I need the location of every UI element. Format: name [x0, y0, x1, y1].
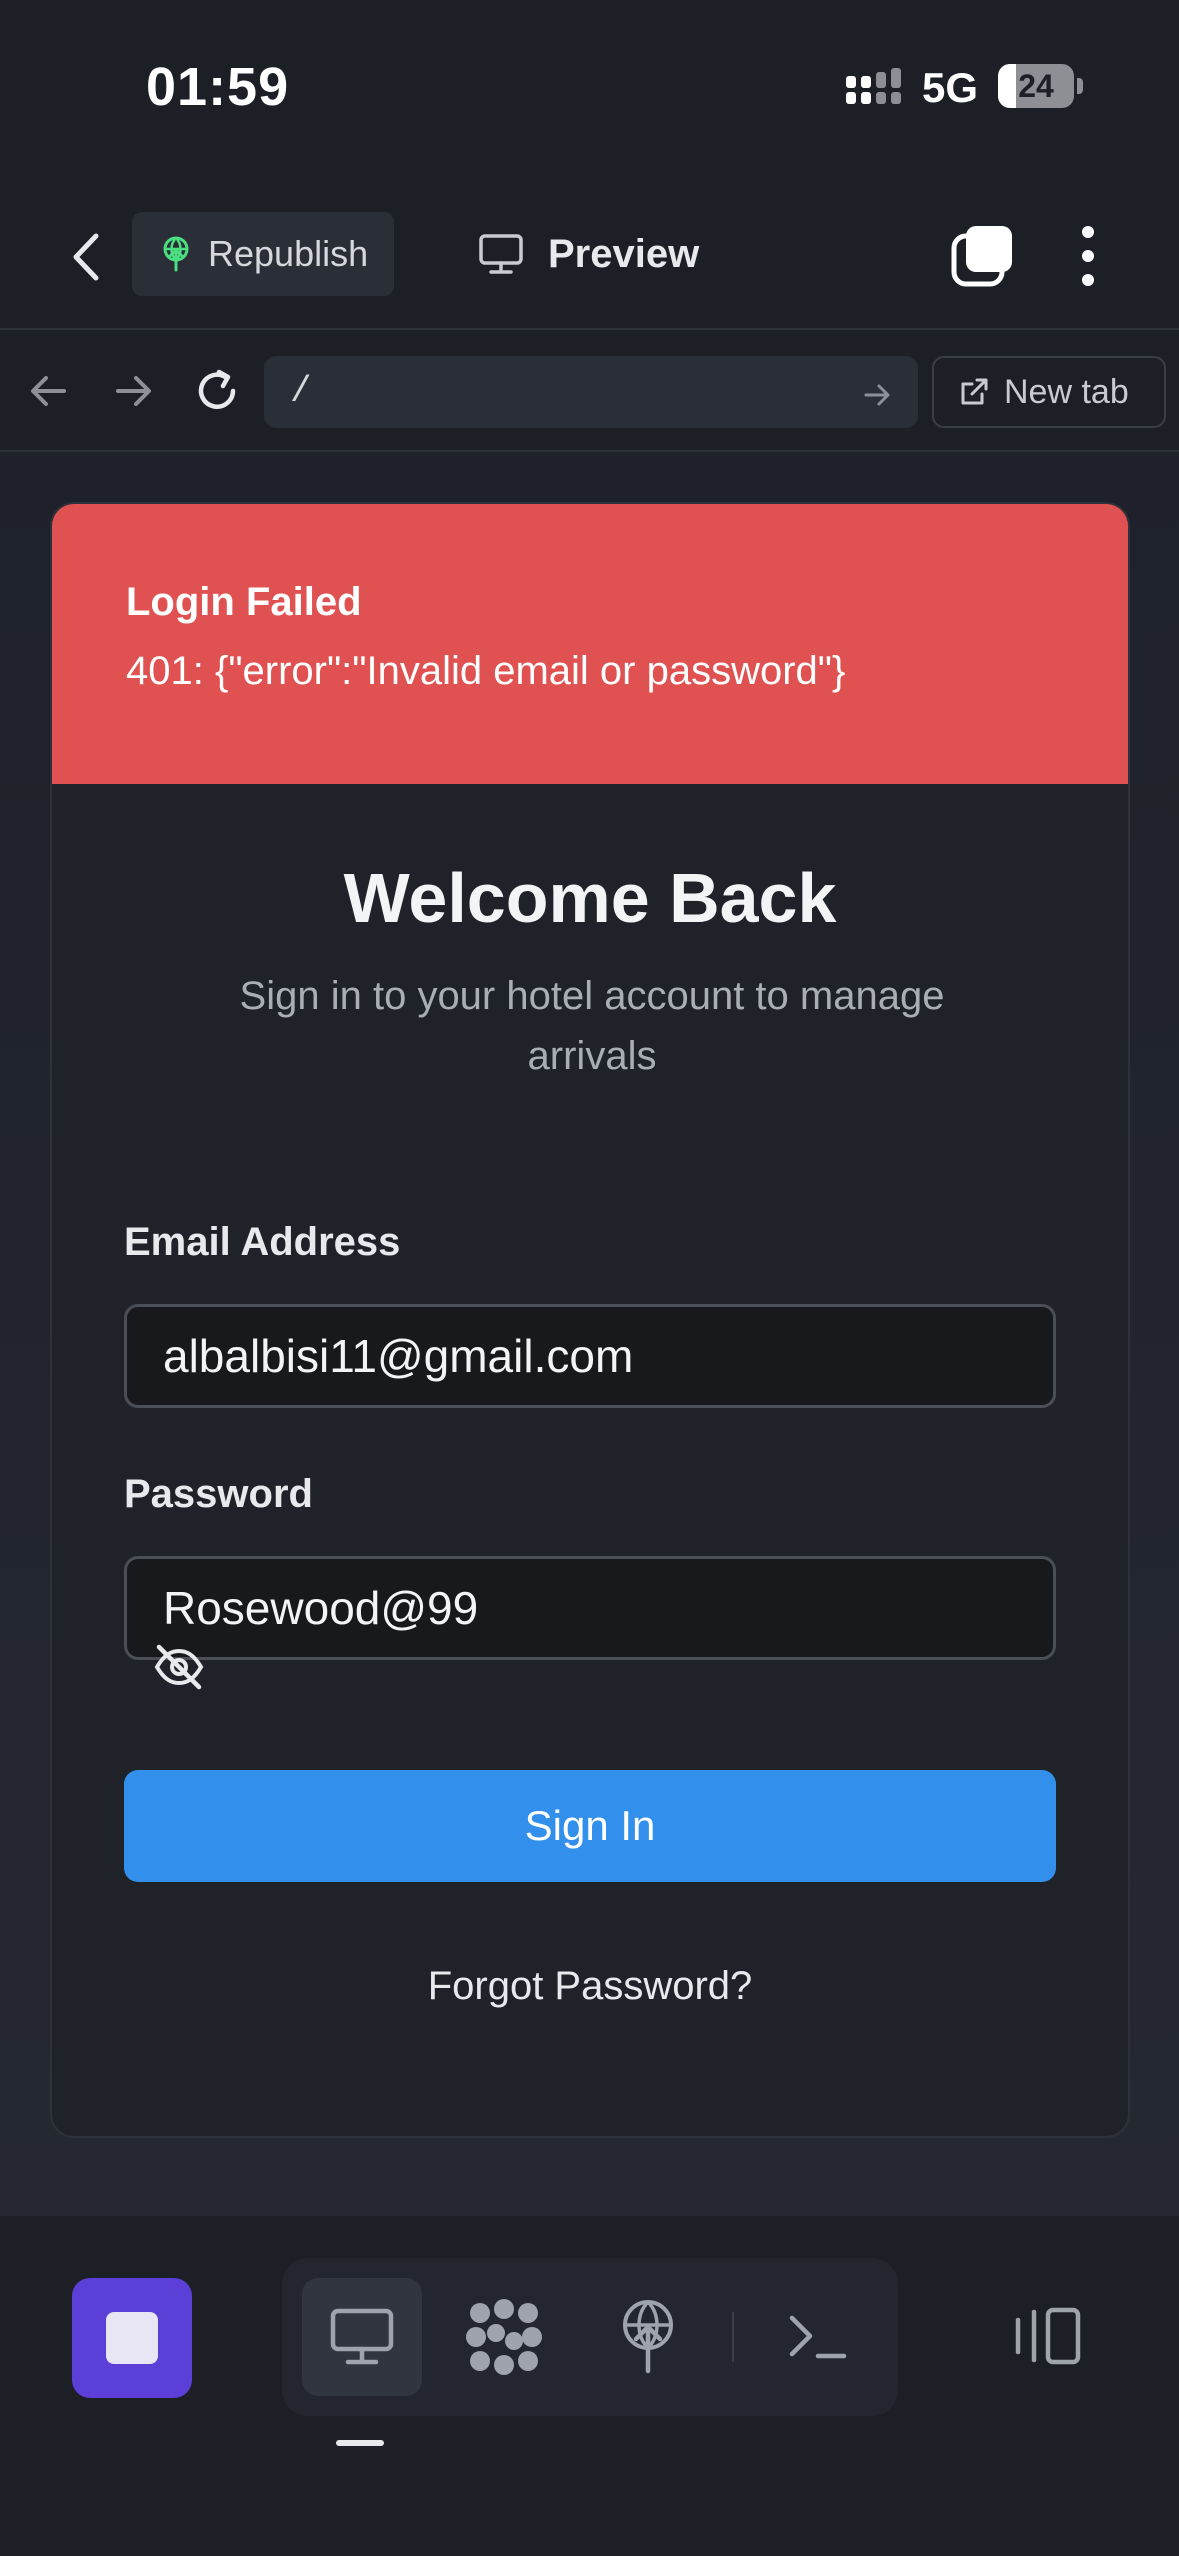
external-link-icon	[961, 378, 988, 405]
stop-icon	[106, 2312, 158, 2364]
tabs-icon[interactable]	[950, 224, 1014, 288]
new-tab-button[interactable]: New tab	[932, 356, 1166, 428]
monitor-icon	[479, 234, 523, 274]
battery-level: 24	[1018, 68, 1054, 104]
url-input[interactable]: /	[264, 356, 918, 428]
cell-signal-icon	[846, 68, 901, 104]
preview-button[interactable]: Preview	[478, 212, 699, 296]
tool-switcher	[282, 2258, 898, 2416]
more-vertical-icon[interactable]	[1072, 224, 1104, 288]
active-tool-indicator	[336, 2440, 384, 2446]
login-card: Login Failed 401: {"error":"Invalid emai…	[50, 502, 1130, 2138]
new-tab-label: New tab	[1004, 372, 1129, 411]
forgot-password-link[interactable]: Forgot Password?	[52, 1964, 1128, 2009]
apps-tool[interactable]	[444, 2278, 564, 2396]
page-title: Welcome Back	[343, 859, 837, 937]
panel-toggle-icon[interactable]	[1010, 2304, 1082, 2368]
page-subtitle: Sign in to your hotel account to manage …	[239, 974, 945, 1078]
arrow-right-icon[interactable]	[108, 366, 158, 416]
stop-button[interactable]	[72, 2278, 192, 2398]
battery-tip	[1077, 78, 1083, 94]
deploy-tool[interactable]	[588, 2278, 708, 2396]
apps-grid-icon	[466, 2299, 542, 2375]
desktop-icon	[330, 2308, 394, 2365]
arrow-left-icon[interactable]	[24, 366, 74, 416]
app-bar: Republish Preview	[0, 180, 1179, 330]
status-bar: 01:59 5G 24	[0, 0, 1179, 180]
sign-in-button[interactable]: Sign In	[124, 1770, 1056, 1882]
republish-label: Republish	[208, 233, 369, 274]
error-alert: Login Failed 401: {"error":"Invalid emai…	[52, 504, 1128, 784]
alert-message: 401: {"error":"Invalid email or password…	[126, 649, 846, 693]
chevron-left-icon[interactable]	[60, 224, 112, 290]
toolbar-divider	[732, 2312, 734, 2362]
refresh-icon[interactable]	[192, 366, 242, 416]
go-arrow-icon[interactable]	[862, 380, 892, 410]
password-field[interactable]: Rosewood@99	[124, 1556, 1056, 1660]
deploy-icon	[623, 2300, 673, 2374]
eye-off-icon[interactable]	[152, 1640, 206, 1694]
terminal-icon	[789, 2315, 847, 2359]
battery-icon: 24	[998, 64, 1074, 108]
network-type: 5G	[922, 64, 979, 111]
preview-label: Preview	[548, 231, 700, 276]
republish-button[interactable]: Republish	[132, 212, 394, 296]
alert-title: Login Failed	[126, 580, 362, 624]
clock: 01:59	[146, 57, 290, 117]
web-preview: Login Failed 401: {"error":"Invalid emai…	[0, 452, 1179, 2216]
browser-toolbar: / New tab	[0, 332, 1179, 452]
password-label: Password	[124, 1472, 313, 1516]
email-field[interactable]: albalbisi11@gmail.com	[124, 1304, 1056, 1408]
terminal-tool[interactable]	[758, 2278, 878, 2396]
desktop-tool[interactable]	[302, 2278, 422, 2396]
bottom-toolbar	[0, 2216, 1179, 2556]
email-label: Email Address	[124, 1220, 401, 1264]
deploy-icon	[163, 236, 189, 272]
